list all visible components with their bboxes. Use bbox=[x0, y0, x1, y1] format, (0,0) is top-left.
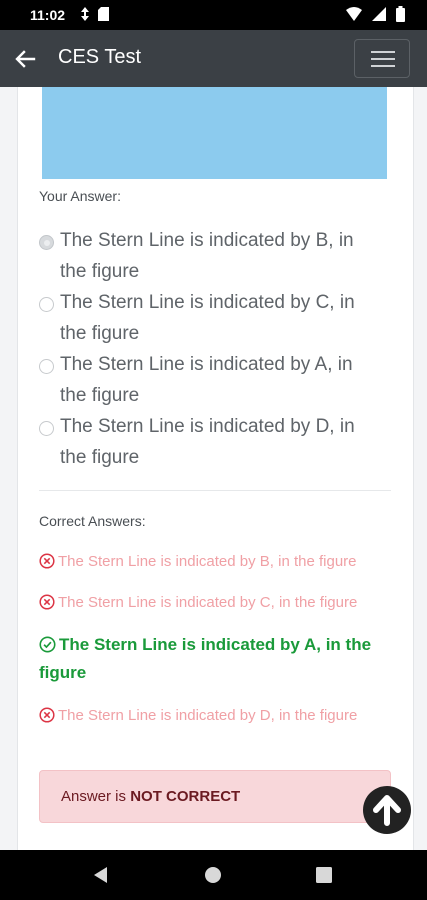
check-circle-icon bbox=[39, 636, 56, 653]
nav-home-icon[interactable] bbox=[205, 867, 221, 883]
answer-option-label: The Stern Line is indicated by B, in the… bbox=[60, 230, 354, 282]
hamburger-icon bbox=[371, 51, 395, 53]
wifi-icon bbox=[346, 7, 362, 21]
signal-icon bbox=[372, 7, 386, 21]
nav-recents-icon[interactable] bbox=[316, 867, 332, 883]
correct-answer-item: The Stern Line is indicated by B, in the… bbox=[39, 548, 389, 576]
correct-answer-text: The Stern Line is indicated by D, in the… bbox=[58, 707, 358, 724]
app-title: CES Test bbox=[58, 46, 141, 68]
arrow-up-icon bbox=[373, 795, 401, 826]
back-arrow-icon[interactable] bbox=[14, 48, 36, 70]
correct-answer-item-correct: The Stern Line is indicated by A, in the… bbox=[39, 631, 389, 687]
divider bbox=[39, 490, 391, 491]
x-circle-icon bbox=[39, 553, 55, 569]
result-alert: Answer is NOT CORRECT bbox=[39, 770, 391, 823]
answer-option-label: The Stern Line is indicated by A, in the… bbox=[60, 354, 353, 406]
status-bar: 11:02 bbox=[0, 0, 427, 30]
result-verdict: NOT CORRECT bbox=[130, 788, 241, 805]
scroll-to-top-button[interactable] bbox=[363, 786, 411, 834]
correct-answer-item: The Stern Line is indicated by C, in the… bbox=[39, 589, 389, 617]
answer-option-label: The Stern Line is indicated by C, in the… bbox=[60, 292, 355, 344]
sd-card-icon bbox=[98, 7, 109, 21]
nav-back-icon[interactable] bbox=[94, 867, 108, 883]
correct-answer-item: The Stern Line is indicated by D, in the… bbox=[39, 702, 389, 730]
correct-answer-text: The Stern Line is indicated by A, in the… bbox=[39, 635, 372, 682]
correct-answers-label: Correct Answers: bbox=[39, 513, 146, 529]
x-circle-icon bbox=[39, 594, 55, 610]
radio-button[interactable] bbox=[39, 297, 54, 312]
radio-button[interactable] bbox=[39, 359, 54, 374]
answer-option-label: The Stern Line is indicated by D, in the… bbox=[60, 416, 355, 468]
question-figure-image bbox=[42, 87, 387, 179]
system-nav-bar bbox=[0, 850, 427, 900]
result-prefix: Answer is bbox=[61, 788, 127, 805]
your-answer-label: Your Answer: bbox=[39, 188, 121, 204]
correct-answer-text: The Stern Line is indicated by C, in the… bbox=[58, 594, 358, 611]
status-time: 11:02 bbox=[30, 7, 66, 23]
x-circle-icon bbox=[39, 707, 55, 723]
correct-answer-text: The Stern Line is indicated by B, in the… bbox=[58, 553, 357, 570]
app-bar: CES Test bbox=[0, 30, 427, 87]
battery-icon bbox=[396, 6, 405, 22]
radio-button-selected[interactable] bbox=[39, 235, 54, 250]
data-saver-icon bbox=[81, 7, 89, 21]
menu-button[interactable] bbox=[354, 39, 410, 78]
question-card: Your Answer: The Stern Line is indicated… bbox=[17, 87, 414, 850]
radio-button[interactable] bbox=[39, 421, 54, 436]
